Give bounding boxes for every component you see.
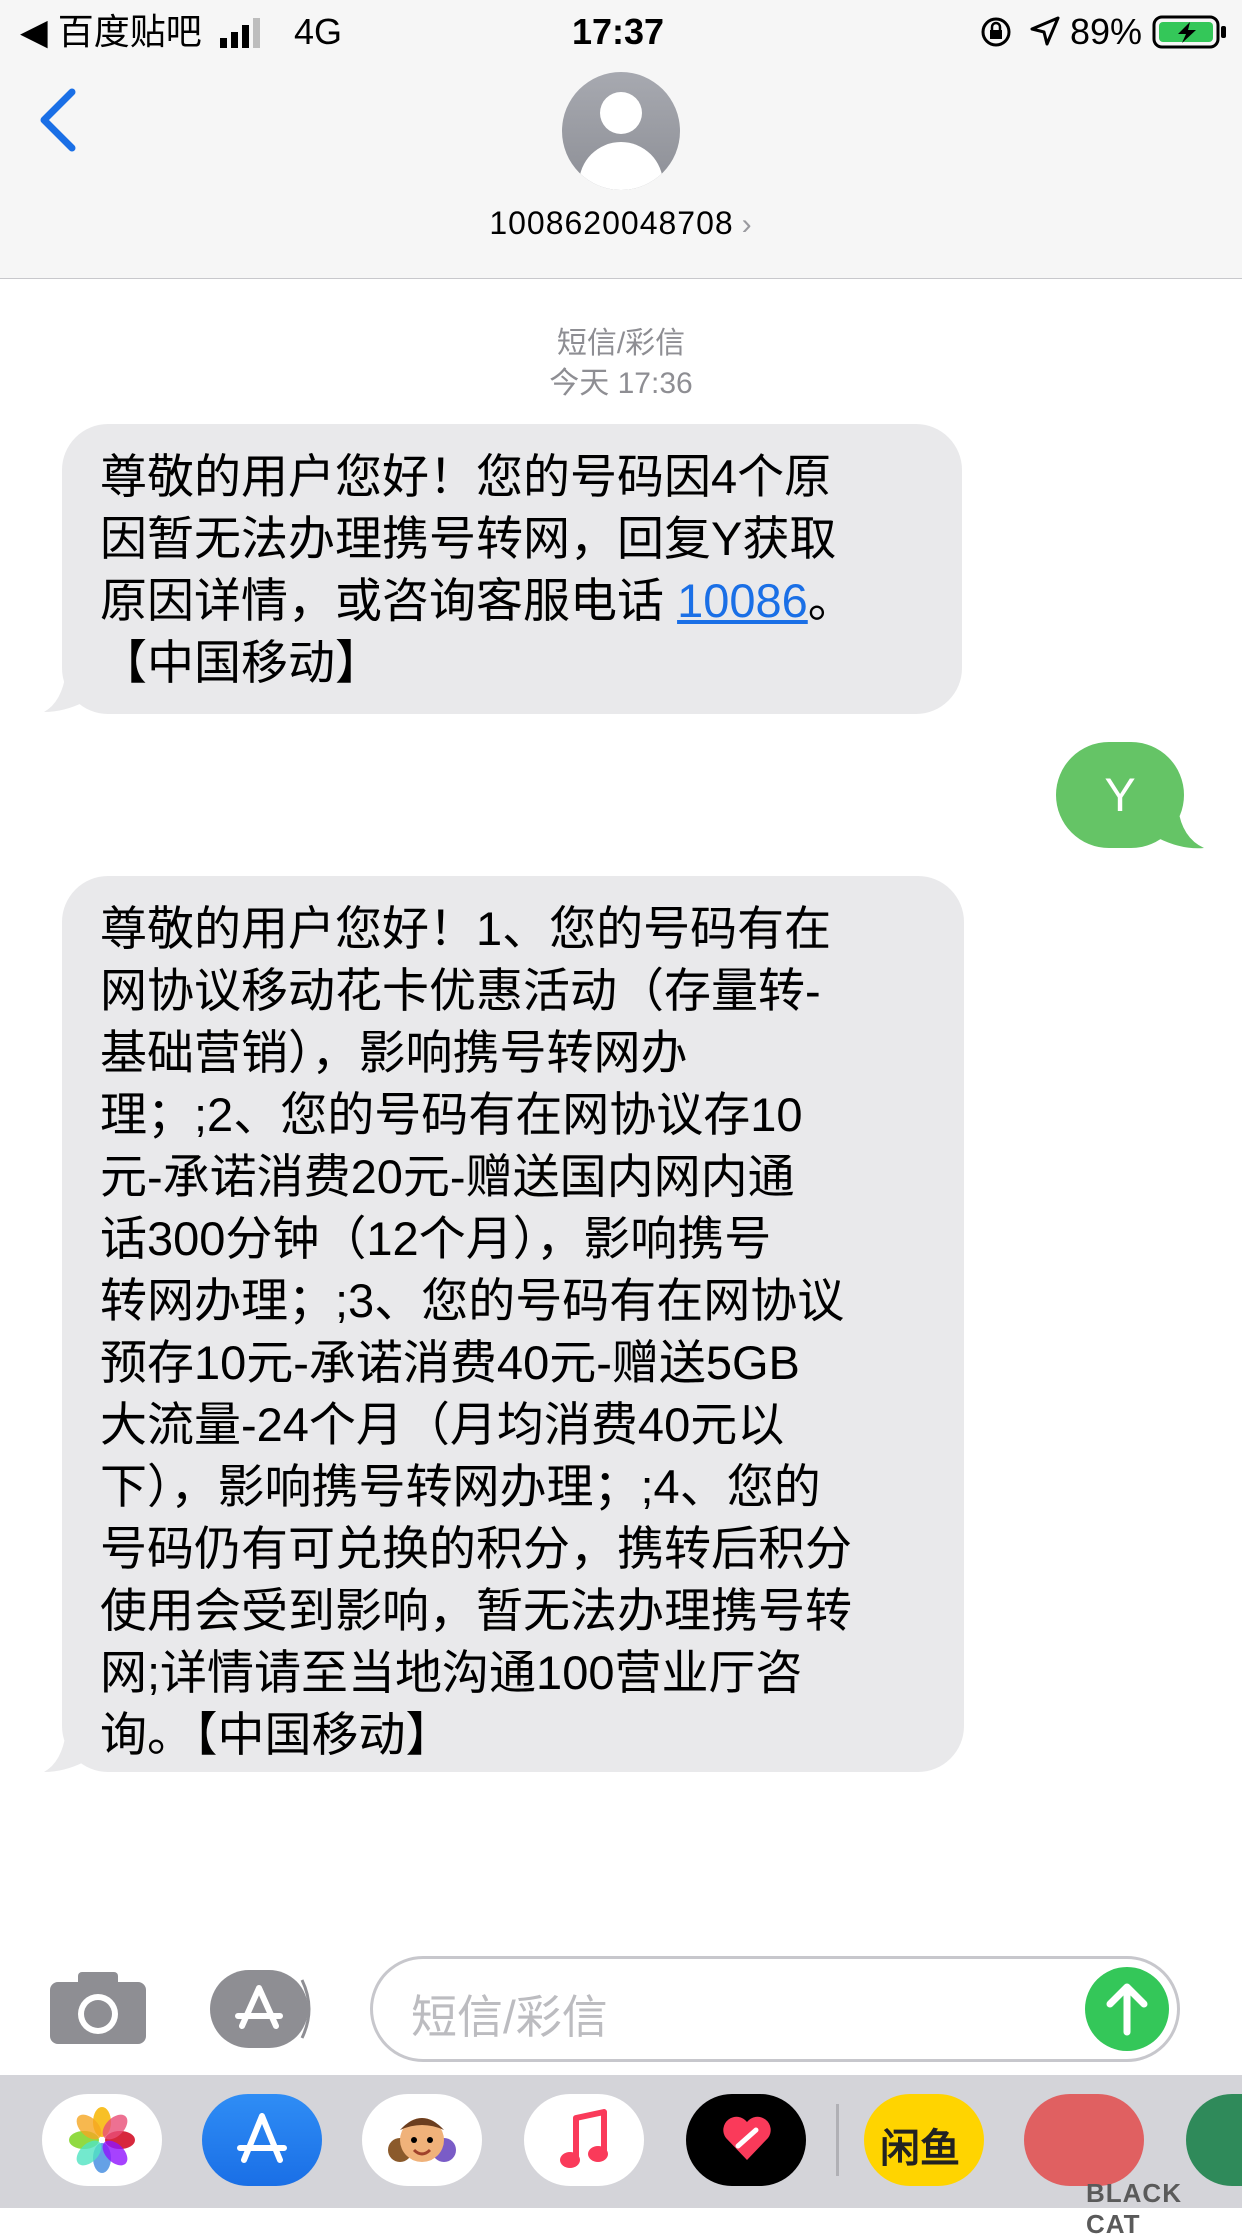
message-line: 网协议移动花卡优惠活动（存量转-: [100, 964, 821, 1017]
xianyu-app[interactable]: 闲鱼: [864, 2094, 984, 2186]
unknown-app[interactable]: [1024, 2094, 1144, 2186]
camera-icon[interactable]: [50, 1972, 146, 2044]
message-line: 因暂无法办理携号转网，回复Y获取: [100, 512, 837, 565]
message-line: 基础营销），影响携号转网办: [100, 1026, 688, 1079]
appstore-icon: [237, 2113, 287, 2163]
message-line: 网;详情请至当地沟通100营业厅咨: [100, 1646, 803, 1699]
battery-percent: 89%: [1070, 11, 1143, 52]
digital-touch-app[interactable]: [686, 2094, 806, 2186]
message-line: 转网办理；;3、您的号码有在网协议: [100, 1274, 845, 1327]
location-icon: [1030, 16, 1060, 46]
message-line: 【中国移动】: [100, 636, 382, 689]
message-line: 号码仍有可兑换的积分，携转后积分: [100, 1522, 852, 1575]
app-drawer-button[interactable]: [210, 1970, 308, 2048]
heart-icon: [723, 2116, 771, 2160]
incoming-message[interactable]: 尊敬的用户您好！1、您的号码有在 网协议移动花卡优惠活动（存量转- 基础营销），…: [62, 876, 964, 1772]
battery-charging-icon: [1152, 15, 1226, 49]
signal-bars-icon: [220, 18, 260, 48]
message-line: 元-承诺消费20元-赠送国内网内通: [100, 1150, 795, 1203]
contact-avatar[interactable]: [562, 72, 680, 190]
xianyu-label: 闲鱼: [880, 2127, 960, 2171]
person-icon: [600, 92, 642, 134]
watermark: BLACK CAT: [1086, 2178, 1182, 2239]
message-line: 大流量-24个月（月均消费40元以: [100, 1398, 785, 1451]
input-placeholder: 短信/彩信: [411, 1991, 608, 2043]
memoji-icon: [388, 2118, 456, 2162]
message-line: 尊敬的用户您好！您的号码因4个原: [100, 450, 832, 503]
incoming-message[interactable]: 尊敬的用户您好！您的号码因4个原 因暂无法办理携号转网，回复Y获取 原因详情，或…: [62, 424, 962, 714]
rotation-lock-icon: [981, 17, 1011, 47]
message-timestamp: 今天 17:36: [549, 367, 693, 400]
music-app[interactable]: [524, 2094, 644, 2186]
network-type: 4G: [294, 11, 343, 52]
contact-name[interactable]: 1008620048708 ›: [0, 205, 1242, 242]
chevron-right-icon: ›: [741, 208, 753, 241]
send-button[interactable]: [1085, 1967, 1169, 2051]
contact-number: 1008620048708: [489, 205, 734, 241]
message-line: 使用会受到影响，暂无法办理携号转: [100, 1584, 852, 1637]
phone-link[interactable]: 10086: [677, 574, 808, 627]
drawer-edge: [300, 1979, 311, 2039]
message-input[interactable]: 短信/彩信: [370, 1956, 1180, 2062]
clock: 17:37: [572, 11, 665, 52]
back-to-app[interactable]: ◀ 百度贴吧: [20, 2, 202, 62]
message-line: 下），影响携号转网办理；;4、您的: [100, 1460, 821, 1513]
navigation-header: ◀ 百度贴吧 4G 17:37 89% 1008620048708 ›: [0, 0, 1242, 279]
back-chevron-icon[interactable]: [30, 80, 90, 160]
dock-divider: [836, 2104, 839, 2176]
music-note-icon: [560, 2109, 608, 2168]
message-line: 原因详情，或咨询客服电话 10086。: [100, 574, 855, 627]
app-store-app[interactable]: [202, 2094, 322, 2186]
arrow-up-icon: [1106, 1983, 1148, 2036]
message-line: 话300分钟（12个月），影响携号: [100, 1212, 772, 1265]
appstore-icon: [235, 1985, 283, 2029]
photos-app[interactable]: [42, 2094, 162, 2186]
message-line: 预存10元-承诺消费40元-赠送5GB: [100, 1336, 800, 1389]
memoji-app[interactable]: [362, 2094, 482, 2186]
message-line: 询。【中国移动】: [100, 1708, 453, 1761]
message-line: 理；;2、您的号码有在网协议存10: [100, 1088, 803, 1141]
message-line: 尊敬的用户您好！1、您的号码有在: [100, 902, 832, 955]
service-label: 短信/彩信: [556, 327, 686, 360]
photos-icon: [69, 2107, 135, 2173]
outgoing-message[interactable]: Y: [1056, 742, 1184, 848]
